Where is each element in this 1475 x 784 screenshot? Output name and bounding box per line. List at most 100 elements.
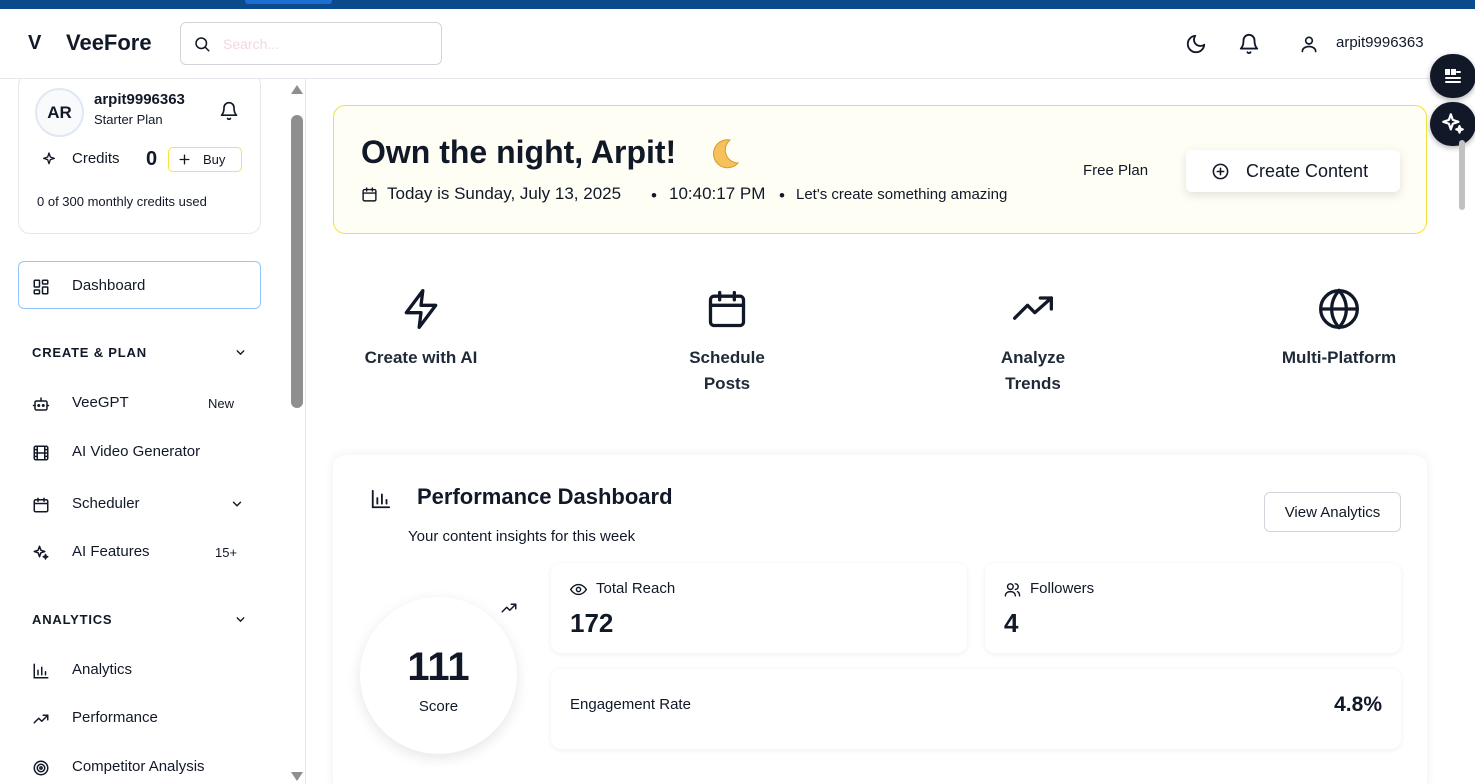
trending-up-icon (1013, 296, 1053, 320)
user-card: AR arpit9996363 Starter Plan Credits 0 B… (18, 79, 261, 234)
chevron-down-icon[interactable] (234, 613, 247, 626)
search-box[interactable] (180, 22, 442, 65)
credits-value: 0 (146, 148, 158, 170)
layout-grid-icon (33, 279, 49, 295)
lightning-icon (404, 289, 438, 329)
scroll-down-arrow[interactable] (291, 772, 303, 781)
followers-card: Followers 4 (985, 563, 1401, 653)
feature-label: Schedule Posts (647, 345, 807, 397)
sidebar-item-label: AI Video Generator (72, 443, 201, 460)
sidebar-scrollbar[interactable] (289, 79, 305, 784)
browser-top-stripe (0, 0, 1475, 9)
new-badge: New (208, 396, 235, 411)
user-icon[interactable] (1299, 33, 1319, 55)
sidebar-item-dashboard[interactable]: Dashboard (18, 261, 261, 309)
trending-up-icon (33, 714, 49, 724)
chevron-down-icon[interactable] (234, 346, 247, 359)
users-icon (1004, 583, 1021, 597)
sidebar-item-competitor-analysis[interactable]: Competitor Analysis (18, 747, 261, 784)
sidebar-scrollbar-thumb[interactable] (291, 115, 303, 408)
create-content-button[interactable]: Create Content (1186, 150, 1400, 192)
app-header: V VeeFore arpit9996363 (0, 9, 1475, 79)
bar-chart-icon (371, 489, 391, 509)
feature-analyze-trends[interactable]: Analyze Trends (953, 287, 1113, 397)
bell-icon[interactable] (219, 101, 239, 121)
sparkle-icon (43, 152, 55, 165)
feature-label-line2: Posts (703, 374, 751, 393)
engagement-rate-label: Engagement Rate (570, 696, 691, 713)
performance-subtitle: Your content insights for this week (408, 528, 636, 545)
sidebar-item-label: Performance (72, 709, 158, 726)
film-icon (33, 445, 49, 461)
score-label: Score (418, 698, 459, 715)
user-card-username: arpit9996363 (94, 91, 185, 108)
sidebar-item-veegpt[interactable]: VeeGPT New (18, 383, 261, 423)
sidebar-item-analytics[interactable]: Analytics (18, 650, 261, 690)
brand-name[interactable]: VeeFore (66, 30, 152, 56)
view-analytics-button[interactable]: View Analytics (1264, 492, 1401, 532)
calendar-icon (362, 187, 377, 202)
credits-usage-text: 0 of 300 monthly credits used (37, 194, 207, 209)
dashboard-row: Dashboard (18, 266, 261, 306)
buy-label: Buy (203, 152, 226, 167)
sidebar-item-ai-features[interactable]: AI Features 15+ (18, 532, 261, 572)
section-create-plan[interactable]: CREATE & PLAN (32, 345, 147, 360)
performance-title: Performance Dashboard (417, 484, 673, 509)
total-reach-label: Total Reach (596, 580, 676, 597)
user-card-plan: Starter Plan (94, 112, 163, 127)
active-tab-indicator (245, 0, 332, 4)
sidebar-item-label: Dashboard (72, 277, 146, 294)
bell-icon[interactable] (1238, 33, 1260, 55)
calendar-icon (708, 290, 746, 328)
count-badge: 15+ (215, 545, 238, 560)
globe-icon (1319, 288, 1359, 330)
sidebar-item-label: VeeGPT (72, 394, 129, 411)
buy-credits-button[interactable]: Buy (168, 147, 242, 172)
avatar[interactable]: AR (35, 88, 84, 137)
feature-label-line2: Trends (1005, 374, 1061, 393)
welcome-title: Own the night, Arpit! (361, 134, 677, 170)
chevron-down-icon[interactable] (230, 497, 244, 511)
sidebar-item-scheduler[interactable]: Scheduler (18, 484, 261, 524)
sidebar-item-label: Analytics (72, 661, 133, 678)
page-scrollbar-thumb[interactable] (1459, 140, 1465, 210)
calendar-icon (33, 497, 49, 513)
scroll-up-arrow[interactable] (291, 85, 303, 94)
search-input[interactable] (223, 35, 423, 52)
sidebar-item-ai-video-generator[interactable]: AI Video Generator (18, 432, 261, 472)
eye-icon (570, 583, 587, 596)
moon-icon[interactable] (1185, 33, 1207, 55)
feature-label: Multi-Platform (1281, 348, 1397, 367)
performance-dashboard-card: Performance Dashboard Your content insig… (333, 455, 1427, 784)
create-content-label: Create Content (1246, 160, 1369, 181)
score-value: 111 (407, 645, 470, 689)
target-icon (33, 760, 49, 776)
tagline: Let's create something amazing (796, 186, 1008, 203)
sidebar-item-label: Competitor Analysis (72, 758, 205, 775)
sidebar: AR arpit9996363 Starter Plan Credits 0 B… (0, 79, 306, 784)
followers-label: Followers (1030, 580, 1095, 597)
crescent-moon-icon (712, 139, 740, 169)
sidebar-item-performance[interactable]: Performance (18, 698, 261, 738)
sparkles-icon (33, 545, 49, 560)
section-analytics[interactable]: ANALYTICS (32, 612, 112, 627)
feature-label-line1: Schedule (689, 348, 765, 367)
plan-label: Free Plan (1083, 162, 1149, 179)
plus-circle-icon (1212, 163, 1229, 179)
bar-chart-icon (33, 663, 49, 679)
current-date: Today is Sunday, July 13, 2025 (387, 184, 622, 203)
feature-multi-platform[interactable]: Multi-Platform (1259, 287, 1419, 371)
sidebar-item-label: AI Features (72, 543, 150, 560)
total-reach-value: 172 (570, 608, 614, 638)
engagement-rate-value: 4.8% (1334, 693, 1382, 716)
feature-schedule-posts[interactable]: Schedule Posts (647, 287, 807, 397)
feature-label-line1: Analyze (1000, 348, 1066, 367)
total-reach-card: Total Reach 172 (551, 563, 967, 653)
feature-create-with-ai[interactable]: Create with AI (341, 287, 501, 371)
page-scrollbar[interactable] (1456, 140, 1468, 210)
header-username[interactable]: arpit9996363 (1336, 34, 1424, 51)
separator-dot: • (651, 186, 657, 205)
credits-label: Credits (72, 150, 120, 167)
welcome-banner: Own the night, Arpit! Today is Sunday, J… (333, 105, 1427, 234)
logo-mark[interactable]: V (28, 32, 41, 55)
